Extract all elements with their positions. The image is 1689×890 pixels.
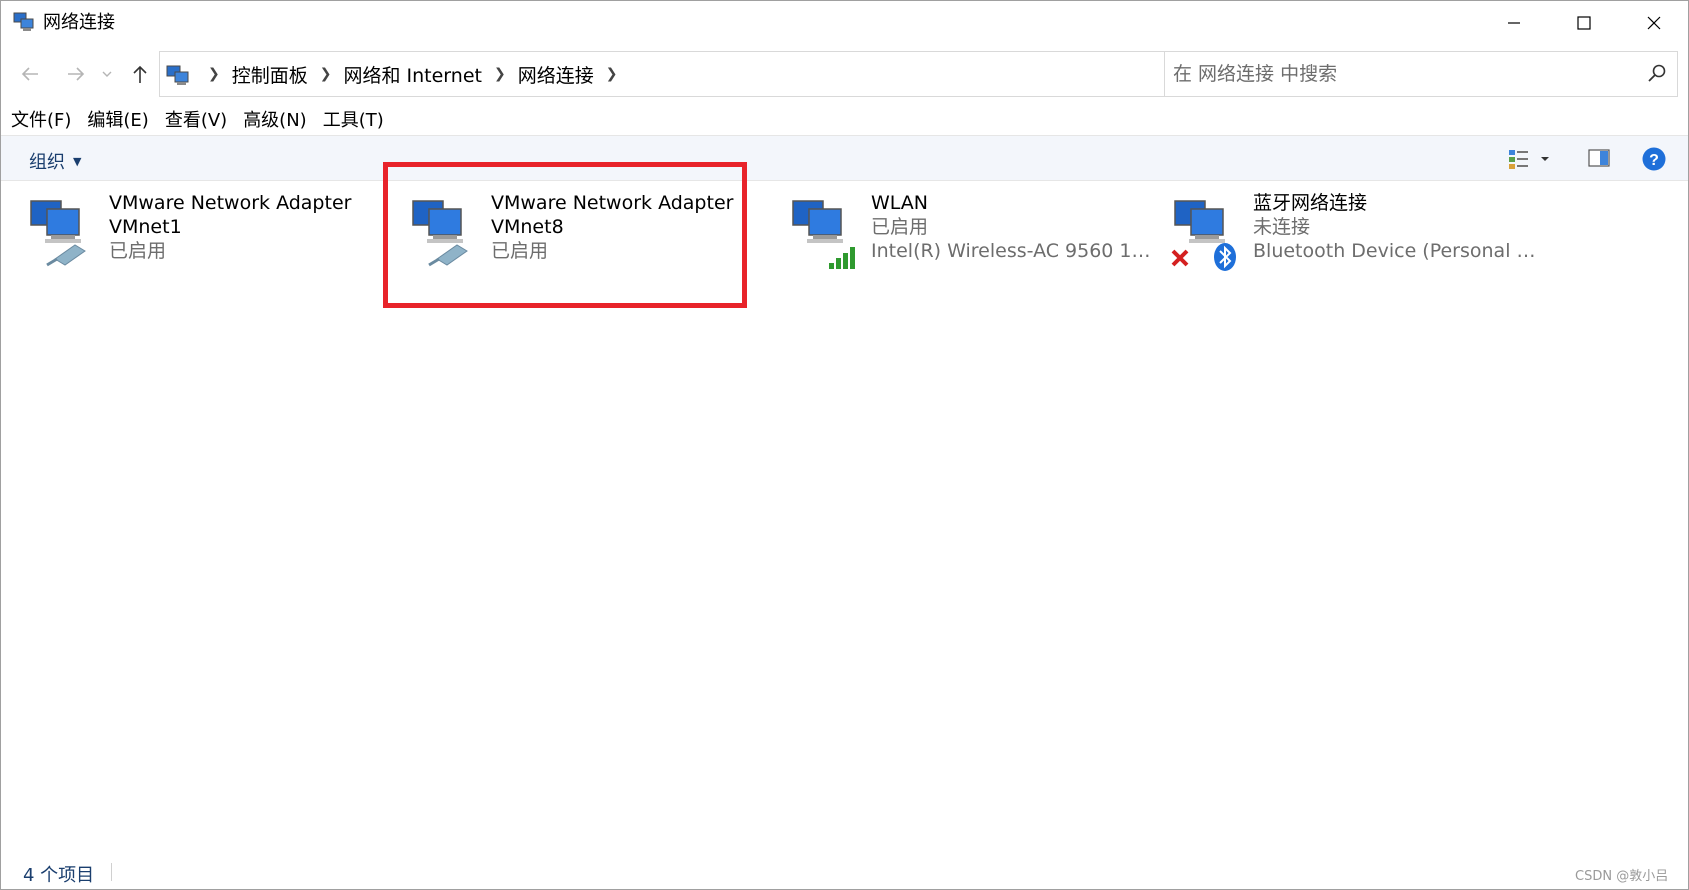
network-adapter-icon — [27, 195, 101, 273]
connection-name: VMware Network Adapter — [491, 192, 734, 214]
address-bar[interactable]: ❯ 控制面板 ❯ 网络和 Internet ❯ 网络连接 ❯ — [159, 51, 1292, 97]
arrow-up-icon — [133, 65, 147, 83]
search-icon[interactable] — [1645, 62, 1669, 86]
chevron-right-icon[interactable]: ❯ — [494, 66, 506, 82]
connection-item-vmnet1[interactable]: VMware Network Adapter VMnet1 已启用 — [27, 191, 397, 291]
connection-name: 蓝牙网络连接 — [1253, 192, 1368, 214]
connection-item-vmnet8[interactable]: VMware Network Adapter VMnet8 已启用 — [409, 191, 779, 291]
chevron-right-icon[interactable]: ❯ — [208, 66, 220, 82]
crumb-network-internet[interactable]: 网络和 Internet — [343, 61, 481, 88]
connection-text: VMware Network Adapter VMnet1 已启用 — [109, 191, 399, 263]
forward-button[interactable] — [61, 59, 91, 89]
connection-status: 已启用 — [109, 240, 167, 262]
caret-down-icon — [1541, 157, 1549, 161]
chevron-right-icon[interactable]: ❯ — [606, 66, 618, 82]
network-connections-icon — [13, 11, 35, 33]
maximize-icon — [1577, 16, 1591, 30]
chevron-right-icon[interactable]: ❯ — [320, 66, 332, 82]
menu-view[interactable]: 查看(V) — [165, 106, 227, 132]
crumb-network-connections[interactable]: 网络连接 — [518, 61, 594, 88]
explorer-window: 网络连接 ❯ 控制面板 ❯ 网络和 Internet ❯ 网络连接 ❯ 在 网络… — [0, 0, 1689, 890]
connection-item-bluetooth[interactable]: 蓝牙网络连接 未连接 Bluetooth Device (Personal Ar… — [1171, 191, 1543, 291]
bluetooth-adapter-icon — [1171, 195, 1245, 273]
recent-locations-button[interactable] — [97, 59, 117, 89]
connection-device: Bluetooth Device (Personal Are... — [1253, 240, 1543, 262]
organize-button[interactable]: 组织 ▼ — [29, 148, 81, 174]
help-icon: ? — [1642, 147, 1666, 171]
connection-device: Intel(R) Wireless-AC 9560 160... — [871, 240, 1161, 262]
svg-text:?: ? — [1649, 152, 1659, 169]
minimize-icon — [1508, 22, 1520, 24]
chevron-down-icon — [102, 71, 112, 77]
connection-status: 已启用 — [491, 240, 549, 262]
search-input[interactable] — [1173, 52, 1633, 96]
menu-edit[interactable]: 编辑(E) — [87, 106, 148, 132]
crumb-control-panel[interactable]: 控制面板 — [232, 61, 308, 88]
connection-item-wlan[interactable]: WLAN 已启用 Intel(R) Wireless-AC 9560 160..… — [789, 191, 1161, 291]
connections-view: VMware Network Adapter VMnet1 已启用 VMware… — [1, 183, 1688, 843]
breadcrumb: ❯ 控制面板 ❯ 网络和 Internet ❯ 网络连接 ❯ — [196, 52, 629, 96]
maximize-button[interactable] — [1549, 1, 1619, 45]
connection-name-line2: VMnet8 — [491, 216, 564, 238]
window-title: 网络连接 — [43, 12, 115, 33]
menu-file[interactable]: 文件(F) — [11, 106, 71, 132]
wireless-adapter-icon — [789, 195, 863, 273]
preview-pane-button[interactable] — [1587, 146, 1613, 172]
title-bar: 网络连接 — [1, 1, 1688, 45]
view-options-icon — [1509, 150, 1528, 169]
search-box — [1164, 51, 1678, 97]
connection-text: WLAN 已启用 Intel(R) Wireless-AC 9560 160..… — [871, 191, 1161, 263]
minimize-button[interactable] — [1479, 1, 1549, 45]
up-button[interactable] — [125, 59, 155, 89]
status-divider — [111, 863, 112, 881]
connection-text: 蓝牙网络连接 未连接 Bluetooth Device (Personal Ar… — [1253, 191, 1543, 263]
close-button[interactable] — [1619, 1, 1689, 45]
menu-advanced[interactable]: 高级(N) — [243, 106, 307, 132]
help-button[interactable]: ? — [1641, 146, 1667, 172]
connection-name: VMware Network Adapter — [109, 192, 352, 214]
preview-pane-icon — [1588, 149, 1610, 167]
menu-tools[interactable]: 工具(T) — [323, 106, 384, 132]
connection-status: 已启用 — [871, 216, 929, 238]
status-bar: 4 个项目 CSDN @敦小吕 — [1, 857, 1688, 887]
organize-label: 组织 — [29, 152, 65, 173]
arrow-right-icon — [68, 67, 85, 81]
address-row: ❯ 控制面板 ❯ 网络和 Internet ❯ 网络连接 ❯ — [1, 49, 1688, 99]
caret-down-icon: ▼ — [73, 154, 82, 168]
change-view-button[interactable] — [1507, 146, 1555, 172]
menu-bar: 文件(F) 编辑(E) 查看(V) 高级(N) 工具(T) — [1, 105, 1688, 133]
item-count: 4 个项目 — [23, 865, 95, 886]
back-button[interactable] — [15, 59, 45, 89]
connection-status: 未连接 — [1253, 216, 1311, 238]
network-connections-icon — [166, 63, 190, 87]
command-bar: 组织 ▼ ? — [1, 135, 1688, 181]
connection-name: WLAN — [871, 192, 929, 214]
close-icon — [1647, 16, 1661, 30]
connection-text: VMware Network Adapter VMnet8 已启用 — [491, 191, 781, 263]
connection-name-line2: VMnet1 — [109, 216, 182, 238]
watermark: CSDN @敦小吕 — [1575, 869, 1669, 884]
network-adapter-icon — [409, 195, 483, 273]
arrow-left-icon — [21, 67, 38, 81]
